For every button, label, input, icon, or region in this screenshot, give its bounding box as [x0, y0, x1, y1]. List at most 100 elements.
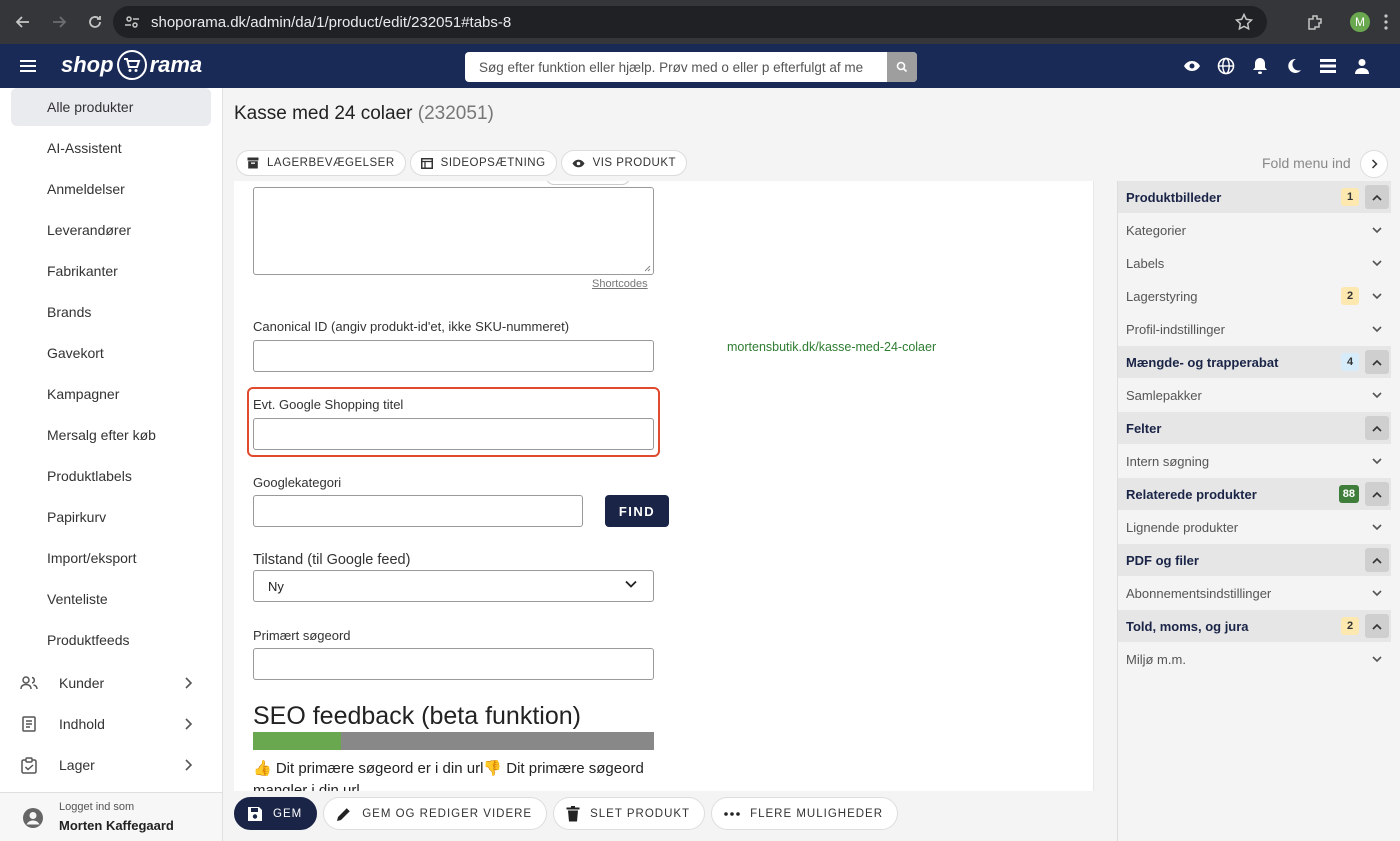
panel-section[interactable]: Kategorier	[1118, 214, 1391, 246]
search-input[interactable]	[465, 52, 887, 82]
chevron-down-icon[interactable]	[1365, 581, 1389, 605]
google-shopping-title-input[interactable]	[253, 418, 654, 450]
panel-section-label: Lignende produkter	[1126, 519, 1239, 535]
panel-section[interactable]: Mængde- og trapperabat 4	[1118, 346, 1391, 378]
panel-section[interactable]: Miljø m.m.	[1118, 643, 1391, 675]
preview-eye-icon[interactable]	[1182, 56, 1202, 76]
sidebar-item-fabrikanter[interactable]: Fabrikanter	[11, 252, 211, 290]
address-bar[interactable]: shoporama.dk/admin/da/1/product/edit/232…	[113, 6, 1267, 38]
extensions-icon[interactable]	[1300, 13, 1330, 31]
search-button[interactable]	[887, 52, 917, 82]
panel-section[interactable]: Lignende produkter	[1118, 511, 1391, 543]
back-icon[interactable]	[6, 5, 40, 39]
chevron-right-icon	[184, 677, 192, 689]
shortcodes-link[interactable]: Shortcodes	[592, 278, 648, 290]
globe-icon[interactable]	[1216, 56, 1236, 76]
panel-section-label: PDF og filer	[1126, 552, 1199, 568]
account-person-icon[interactable]	[1352, 56, 1372, 76]
sidebar-item-brands[interactable]: Brands	[11, 293, 211, 331]
find-button[interactable]: FIND	[605, 495, 669, 527]
chevron-down-icon[interactable]	[1365, 317, 1389, 341]
product-url-preview[interactable]: mortensbutik.dk/kasse-med-24-colaer	[727, 340, 936, 354]
sidebar-item-leverandorer[interactable]: Leverandører	[11, 211, 211, 249]
chevron-down-icon[interactable]	[1365, 383, 1389, 407]
chevron-up-icon[interactable]	[1365, 350, 1389, 374]
layout-bars-icon[interactable]	[1318, 56, 1338, 76]
clipboard-icon	[18, 756, 40, 774]
panel-section[interactable]: Lagerstyring 2	[1118, 280, 1391, 312]
resize-handle-icon	[644, 265, 651, 272]
sidebar-item-mersalg[interactable]: Mersalg efter køb	[11, 416, 211, 454]
panel-section[interactable]: PDF og filer	[1118, 544, 1391, 576]
primary-keyword-input[interactable]	[253, 648, 654, 680]
sidebar-item-alle-produkter[interactable]: Alle produkter	[11, 88, 211, 126]
panel-section[interactable]: Intern søgning	[1118, 445, 1391, 477]
sidebar-group-kunder[interactable]: Kunder	[18, 664, 198, 702]
save-button[interactable]: GEM	[234, 797, 318, 830]
sidebar-item-gavekort[interactable]: Gavekort	[11, 334, 211, 372]
shoporama-logo[interactable]: shop rama	[61, 50, 202, 80]
condition-select[interactable]: Ny	[253, 570, 654, 602]
chevron-down-icon[interactable]	[1365, 449, 1389, 473]
page-title: Kasse med 24 colaer (232051)	[234, 103, 494, 125]
logo-text-left: shop	[61, 52, 114, 77]
sidebar-group-indhold[interactable]: Indhold	[18, 705, 198, 743]
sidebar-item-kampagner[interactable]: Kampagner	[11, 375, 211, 413]
chevron-up-icon[interactable]	[1365, 185, 1389, 209]
chevron-down-icon[interactable]	[1365, 251, 1389, 275]
chevron-down-icon[interactable]	[1365, 284, 1389, 308]
chevron-up-icon[interactable]	[1365, 482, 1389, 506]
chevron-up-icon[interactable]	[1365, 548, 1389, 572]
sidebar-item-label: Alle produkter	[47, 99, 134, 115]
chevron-up-icon[interactable]	[1365, 614, 1389, 638]
reload-icon[interactable]	[78, 5, 112, 39]
sidebar-item-ai-assistent[interactable]: AI-Assistent	[11, 129, 211, 167]
site-settings-icon[interactable]	[123, 13, 141, 31]
trash-icon	[566, 805, 580, 821]
tab-lagerbevaegelser[interactable]: LAGERBEVÆGELSER	[236, 150, 406, 176]
googlekategori-input[interactable]	[253, 495, 583, 527]
sidebar-item-produktfeeds[interactable]: Produktfeeds	[11, 621, 211, 659]
sidebar-item-label: Leverandører	[47, 222, 132, 238]
panel-section[interactable]: Produktbilleder 1	[1118, 181, 1391, 213]
panel-section[interactable]: Labels	[1118, 247, 1391, 279]
sidebar-item-import-eksport[interactable]: Import/eksport	[11, 539, 211, 577]
more-options-button[interactable]: FLERE MULIGHEDER	[711, 797, 899, 830]
panel-section[interactable]: Profil-indstillinger	[1118, 313, 1391, 345]
seo-feedback-heading: SEO feedback (beta funktion)	[253, 702, 581, 730]
fold-menu-button[interactable]	[1360, 150, 1388, 178]
fold-menu-label[interactable]: Fold menu ind	[1262, 155, 1351, 171]
sidebar-item-anmeldelser[interactable]: Anmeldelser	[11, 170, 211, 208]
panel-section[interactable]: Relaterede produkter 88	[1118, 478, 1391, 510]
sidebar-item-venteliste[interactable]: Venteliste	[11, 580, 211, 618]
panel-section[interactable]: Told, moms, og jura 2	[1118, 610, 1391, 642]
hamburger-menu-icon[interactable]	[18, 57, 38, 75]
tab-label: SIDEOPSÆTNING	[440, 157, 546, 169]
sidebar-group-lager[interactable]: Lager	[18, 746, 198, 784]
delete-product-button[interactable]: SLET PRODUKT	[553, 797, 706, 830]
panel-section[interactable]: Felter	[1118, 412, 1391, 444]
profile-avatar[interactable]: M	[1350, 12, 1370, 32]
dark-mode-moon-icon[interactable]	[1284, 56, 1304, 76]
sidebar-item-produktlabels[interactable]: Produktlabels	[11, 457, 211, 495]
forward-icon[interactable]	[42, 5, 76, 39]
chevron-down-icon[interactable]	[1365, 647, 1389, 671]
notifications-bell-icon[interactable]	[1250, 56, 1270, 76]
browser-menu-icon[interactable]	[1384, 14, 1388, 30]
chevron-up-icon[interactable]	[1365, 416, 1389, 440]
tab-vis-produkt[interactable]: VIS PRODUKT	[560, 150, 688, 176]
chevron-down-icon[interactable]	[1365, 218, 1389, 242]
sidebar-group-label: Kunder	[59, 675, 105, 691]
description-textarea[interactable]	[253, 187, 654, 275]
tab-sideopsaetning[interactable]: SIDEOPSÆTNING	[409, 150, 557, 176]
chevron-down-icon[interactable]	[1365, 515, 1389, 539]
panel-section[interactable]: Samlepakker	[1118, 379, 1391, 411]
sidebar-item-label: Venteliste	[47, 591, 108, 607]
sidebar-item-papirkurv[interactable]: Papirkurv	[11, 498, 211, 536]
panel-section[interactable]: Abonnementsindstillinger	[1118, 577, 1391, 609]
bookmark-star-icon[interactable]	[1235, 13, 1253, 31]
seo-score-fill	[253, 732, 342, 750]
save-and-continue-button[interactable]: GEM OG REDIGER VIDERE	[323, 797, 548, 830]
canonical-id-input[interactable]	[253, 340, 654, 372]
logged-in-user[interactable]: Logget ind som Morten Kaffegaard	[0, 792, 222, 841]
